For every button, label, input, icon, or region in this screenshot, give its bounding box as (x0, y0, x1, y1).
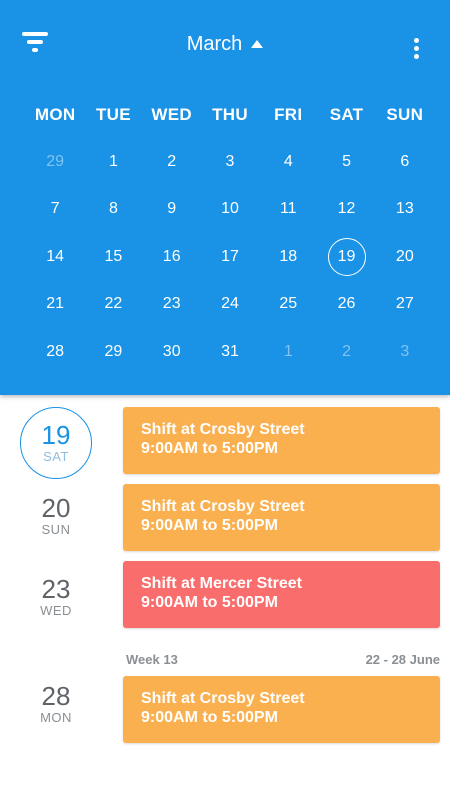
calendar-day[interactable]: 12 (317, 189, 375, 229)
calendar-week-row: 29 1 2 3 4 5 6 (26, 138, 434, 186)
calendar-grid: 29 1 2 3 4 5 6 7 8 9 10 11 12 13 14 15 1… (26, 138, 434, 376)
caret-up-icon (251, 39, 264, 48)
agenda-day-number: 23 (41, 574, 71, 604)
agenda-date[interactable]: 23 WED (20, 575, 92, 618)
weekday-label: WED (151, 105, 192, 124)
agenda-day-name: WED (40, 603, 72, 618)
weekday-label: SAT (329, 105, 364, 124)
calendar-day[interactable]: 16 (143, 237, 201, 277)
shift-card[interactable]: Shift at Crosby Street 9:00AM to 5:00PM (123, 484, 440, 551)
shift-time: 9:00AM to 5:00PM (141, 517, 278, 534)
calendar-day[interactable]: 31 (201, 332, 259, 372)
calendar-day-next-month[interactable]: 2 (317, 332, 375, 372)
shift-title: Shift at Mercer Street (141, 575, 302, 592)
month-title: March (186, 33, 243, 55)
agenda-date[interactable]: 20 SUN (20, 494, 92, 537)
week-separator: Week 13 22 - 28 June (126, 652, 440, 667)
calendar-day[interactable]: 20 (376, 237, 434, 277)
week-label: Week 13 (126, 652, 178, 667)
calendar-day[interactable]: 23 (143, 284, 201, 324)
calendar-day[interactable]: 3 (201, 142, 259, 182)
calendar-day[interactable]: 15 (84, 237, 142, 277)
calendar-day-prev-month[interactable]: 29 (26, 142, 84, 182)
calendar-day[interactable]: 11 (259, 189, 317, 229)
calendar-week-row: 21 22 23 24 25 26 27 (26, 281, 434, 329)
calendar-day[interactable]: 24 (201, 284, 259, 324)
calendar-day[interactable]: 4 (259, 142, 317, 182)
agenda-date[interactable]: 28 MON (20, 682, 92, 725)
calendar-day[interactable]: 26 (317, 284, 375, 324)
shift-card[interactable]: Shift at Mercer Street 9:00AM to 5:00PM (123, 561, 440, 628)
calendar-day[interactable]: 14 (26, 237, 84, 277)
calendar-day-next-month[interactable]: 3 (376, 332, 434, 372)
calendar-day[interactable]: 17 (201, 237, 259, 277)
calendar-day[interactable]: 28 (26, 332, 84, 372)
calendar-week-row: 7 8 9 10 11 12 13 (26, 186, 434, 234)
calendar-day-selected[interactable]: 19 (317, 237, 375, 277)
weekday-header-row: MON TUE WED THU FRI SAT SUN (26, 105, 434, 125)
calendar-day[interactable]: 13 (376, 189, 434, 229)
weekday-label: MON (34, 105, 76, 124)
shift-time: 9:00AM to 5:00PM (141, 440, 278, 457)
shift-title: Shift at Crosby Street (141, 421, 305, 438)
calendar-day[interactable]: 22 (84, 284, 142, 324)
weekday-label: FRI (274, 105, 303, 124)
agenda-day-number: 19 (41, 420, 71, 450)
calendar-day[interactable]: 5 (317, 142, 375, 182)
agenda-day-number: 20 (41, 493, 71, 523)
shift-title: Shift at Crosby Street (141, 498, 305, 515)
agenda-date-selected[interactable]: 19 SAT (20, 407, 92, 479)
agenda-day-name: SUN (41, 522, 71, 537)
calendar-day[interactable]: 25 (259, 284, 317, 324)
shift-title: Shift at Crosby Street (141, 690, 305, 707)
weekday-label: SUN (386, 105, 424, 124)
calendar-day[interactable]: 7 (26, 189, 84, 229)
calendar-day[interactable]: 1 (84, 142, 142, 182)
calendar-day[interactable]: 9 (143, 189, 201, 229)
calendar-day[interactable]: 6 (376, 142, 434, 182)
weekday-label: TUE (95, 105, 131, 124)
shift-time: 9:00AM to 5:00PM (141, 594, 278, 611)
calendar-day[interactable]: 21 (26, 284, 84, 324)
calendar-day[interactable]: 27 (376, 284, 434, 324)
agenda-day-number: 28 (41, 681, 71, 711)
calendar-day[interactable]: 8 (84, 189, 142, 229)
calendar-week-row: 28 29 30 31 1 2 3 (26, 328, 434, 376)
month-toggle-button[interactable]: March (187, 33, 264, 56)
calendar-day[interactable]: 30 (143, 332, 201, 372)
calendar-day[interactable]: 10 (201, 189, 259, 229)
agenda-day-name: SAT (43, 449, 69, 464)
shift-time: 9:00AM to 5:00PM (141, 709, 278, 726)
shift-card[interactable]: Shift at Crosby Street 9:00AM to 5:00PM (123, 407, 440, 474)
more-vertical-icon[interactable] (410, 38, 422, 62)
calendar-header: March MON TUE WED THU FRI SAT SUN 29 1 2… (0, 0, 450, 395)
month-selector: March (0, 33, 450, 56)
agenda-day-name: MON (40, 710, 72, 725)
calendar-day[interactable]: 18 (259, 237, 317, 277)
calendar-day-next-month[interactable]: 1 (259, 332, 317, 372)
week-range: 22 - 28 June (365, 652, 440, 667)
calendar-day[interactable]: 2 (143, 142, 201, 182)
shift-card[interactable]: Shift at Crosby Street 9:00AM to 5:00PM (123, 676, 440, 743)
filter-icon[interactable] (22, 32, 50, 54)
weekday-label: THU (212, 105, 248, 124)
calendar-day[interactable]: 29 (84, 332, 142, 372)
calendar-week-row: 14 15 16 17 18 19 20 (26, 233, 434, 281)
